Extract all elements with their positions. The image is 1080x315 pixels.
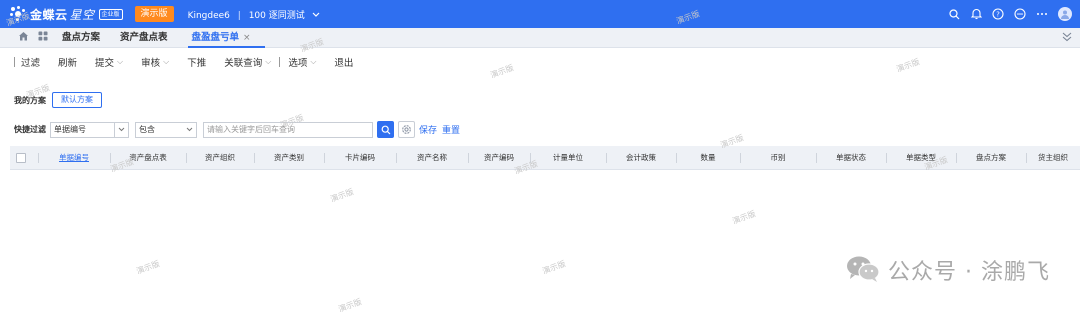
- push-button[interactable]: 下推: [187, 55, 206, 69]
- watermark: 演示版: [541, 259, 567, 276]
- chevron-down-icon: [312, 11, 320, 21]
- bell-icon[interactable]: [970, 8, 982, 20]
- wechat-credit: 公众号 · 涂鹏飞: [846, 254, 1050, 286]
- quick-filter-label: 快捷过滤: [14, 125, 46, 134]
- column-header[interactable]: 资产名称: [396, 146, 468, 170]
- chevron-down-icon: ⌵: [310, 57, 317, 66]
- filter-field-value: 单据编号: [54, 125, 86, 134]
- search-placeholder: 请输入关键字后回车查询: [207, 125, 295, 134]
- column-header[interactable]: 资产类别: [254, 146, 324, 170]
- top-navigation-bar: 金蝶云 星空 企业版 演示版 Kingdee6 | 100 逐同测试 ?: [0, 0, 1080, 28]
- search-icon[interactable]: [948, 8, 960, 20]
- submit-button[interactable]: 提交 ⌵: [95, 55, 123, 69]
- watermark: 演示版: [135, 259, 161, 276]
- column-header[interactable]: 会计政策: [606, 146, 676, 170]
- chevron-down-icon: ⌵: [117, 57, 124, 66]
- linked-query-button[interactable]: 关联查询 ⌵: [224, 55, 271, 69]
- scheme-label: 我的方案: [14, 95, 46, 105]
- column-header[interactable]: 单据编号: [38, 146, 110, 170]
- select-all-checkbox[interactable]: [16, 153, 26, 163]
- filter-operator-select[interactable]: 包含: [135, 121, 197, 138]
- tenant-org: 100 逐同测试: [248, 10, 305, 21]
- toolbar-divider: [279, 57, 281, 67]
- column-header[interactable]: 资产组织: [186, 146, 254, 170]
- search-icon: [381, 125, 390, 134]
- column-header[interactable]: 数量: [676, 146, 740, 170]
- reset-link[interactable]: 重置: [442, 123, 460, 136]
- tab-close-icon[interactable]: ×: [243, 33, 251, 43]
- grid-menu-icon[interactable]: [38, 31, 48, 44]
- exit-button[interactable]: 退出: [334, 55, 353, 69]
- quick-filter-row: 快捷过滤 单据编号 包含 请输入关键字后回车查询 保存 重置: [14, 121, 460, 138]
- avatar[interactable]: [1058, 7, 1072, 21]
- column-header[interactable]: 币别: [740, 146, 816, 170]
- column-header[interactable]: 单据状态: [816, 146, 886, 170]
- kingdee-logo[interactable]: 金蝶云 星空 企业版: [10, 6, 123, 23]
- wechat-icon: [846, 255, 880, 286]
- keyword-search-input[interactable]: 请输入关键字后回车查询: [203, 121, 373, 138]
- tenant-selector[interactable]: Kingdee6 | 100 逐同测试: [188, 8, 320, 21]
- filter-operator-value: 包含: [139, 125, 155, 134]
- tab-bar: 盘点方案 资产盘点表 盘盈盘亏单 ×: [0, 28, 1080, 48]
- home-icon[interactable]: [18, 31, 29, 44]
- credit-text: 公众号 · 涂鹏飞: [888, 260, 1050, 285]
- edition-badge: 企业版: [98, 8, 123, 20]
- demo-badge: 演示版: [134, 6, 174, 22]
- scheme-row: 我的方案 默认方案: [14, 92, 102, 108]
- column-header[interactable]: 货主组织: [1026, 146, 1080, 170]
- more-icon[interactable]: [1036, 8, 1048, 20]
- logo-text: 金蝶云 星空: [30, 7, 95, 22]
- column-header[interactable]: 计量单位: [530, 146, 606, 170]
- save-link[interactable]: 保存: [419, 123, 437, 136]
- watermark: 演示版: [731, 209, 757, 226]
- tab-asset-count-sheet[interactable]: 资产盘点表: [120, 28, 168, 48]
- gear-icon: [402, 125, 411, 134]
- tenant-separator: |: [237, 10, 241, 21]
- default-scheme-button[interactable]: 默认方案: [52, 92, 102, 108]
- grid-header: 单据编号 资产盘点表 资产组织 资产类别 卡片编码 资产名称 资产编码 计量单位…: [10, 146, 1080, 170]
- chevron-down-icon: [182, 123, 196, 137]
- tab-inventory-plan[interactable]: 盘点方案: [62, 28, 100, 48]
- filter-settings-button[interactable]: [398, 121, 415, 138]
- column-header[interactable]: 资产盘点表: [110, 146, 186, 170]
- watermark: 演示版: [337, 297, 363, 314]
- tenant-name: Kingdee6: [187, 10, 230, 21]
- toolbar: 过滤 刷新 提交 ⌵ 审核 ⌵ 下推 关联查询 ⌵ 选项 ⌵ 退出: [0, 50, 1080, 74]
- filter-field-select[interactable]: 单据编号: [50, 121, 129, 138]
- refresh-button[interactable]: 刷新: [58, 55, 77, 69]
- options-button[interactable]: 选项 ⌵: [288, 55, 316, 69]
- filter-button[interactable]: 过滤: [21, 55, 40, 69]
- apps-icon[interactable]: [1014, 8, 1026, 20]
- toolbar-divider: [14, 57, 15, 67]
- chevron-down-icon: ⌵: [163, 57, 170, 66]
- help-icon[interactable]: ?: [992, 8, 1004, 20]
- search-button[interactable]: [377, 121, 394, 138]
- column-header[interactable]: 单据类型: [886, 146, 956, 170]
- column-header[interactable]: 盘点方案: [956, 146, 1026, 170]
- svg-text:?: ?: [996, 11, 1000, 19]
- watermark: 演示版: [329, 187, 355, 204]
- logo-dots-icon: [10, 6, 28, 22]
- double-chevron-down-icon[interactable]: [1062, 32, 1072, 45]
- column-header[interactable]: 卡片编码: [324, 146, 396, 170]
- chevron-down-icon: ⌵: [265, 57, 272, 66]
- column-header[interactable]: 资产编码: [468, 146, 530, 170]
- audit-button[interactable]: 审核 ⌵: [141, 55, 169, 69]
- tab-profit-loss-bill[interactable]: 盘盈盘亏单 ×: [187, 28, 265, 48]
- chevron-down-icon: [114, 122, 128, 137]
